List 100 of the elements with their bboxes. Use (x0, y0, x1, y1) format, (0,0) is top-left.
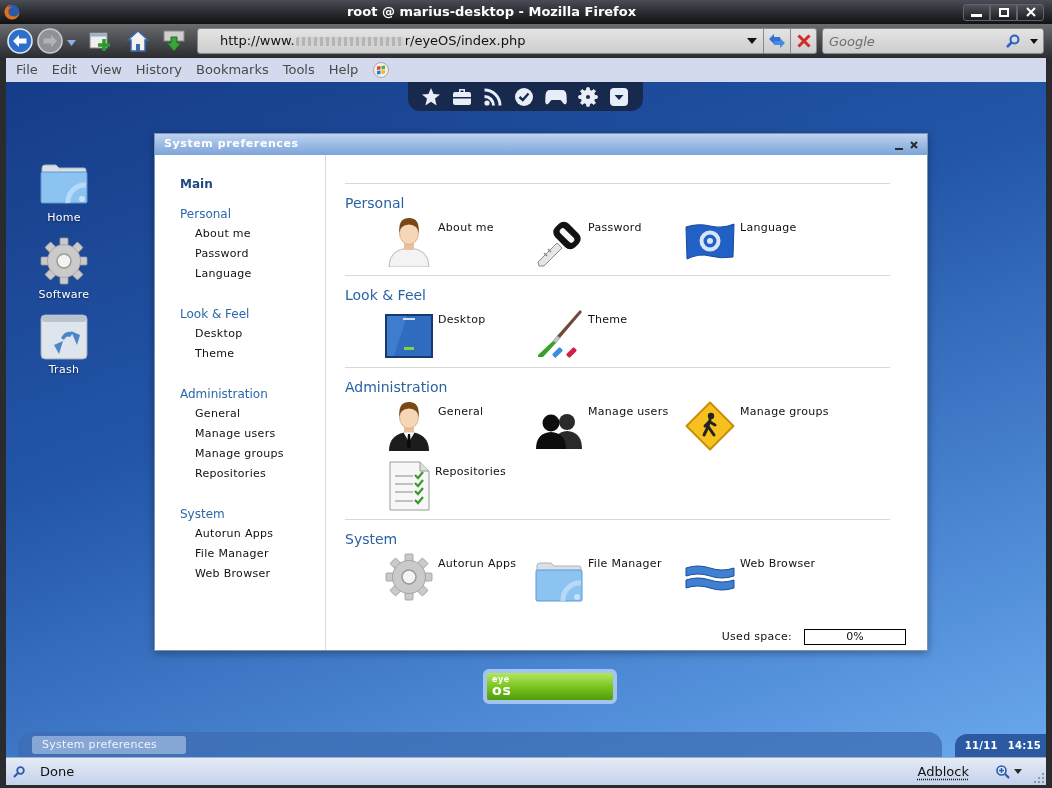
menu-item[interactable]: History (134, 60, 184, 80)
home-icon[interactable] (127, 30, 149, 52)
section-heading: System (345, 530, 398, 549)
nav-link[interactable]: Autorun Apps (195, 524, 274, 544)
section-heading: Personal (345, 194, 405, 213)
gamepad-icon[interactable] (545, 88, 567, 105)
search-icon[interactable] (1006, 34, 1020, 48)
menu-item[interactable]: Tools (281, 60, 316, 80)
back-icon[interactable] (7, 28, 33, 54)
minimize-button[interactable] (963, 3, 990, 21)
preference-item[interactable]: Manage groups (685, 401, 829, 451)
nav-link[interactable]: Look & Feel (180, 304, 250, 324)
resize-grip-icon[interactable] (1034, 773, 1044, 783)
minimize-icon (895, 147, 903, 150)
close-icon (910, 140, 918, 149)
reload-button[interactable] (764, 28, 791, 54)
users-icon (535, 412, 583, 449)
briefcase-icon[interactable] (452, 87, 472, 106)
nav-link[interactable]: Administration (180, 384, 268, 404)
nav-link[interactable]: File Manager (195, 544, 269, 564)
close-button[interactable] (908, 138, 920, 151)
date-text: 11/11 (964, 739, 998, 753)
folder-icon (40, 164, 88, 204)
preference-item[interactable]: Web Browser (685, 553, 816, 603)
check-circle-icon[interactable] (514, 86, 534, 107)
nav-link[interactable]: Theme (195, 344, 235, 364)
close-button[interactable] (1017, 3, 1044, 21)
preference-item[interactable]: Repositories (385, 461, 507, 511)
nav-link[interactable]: Desktop (195, 324, 243, 344)
stop-icon (796, 34, 811, 48)
menu-item[interactable]: View (89, 60, 123, 80)
time-text: 14:15 (1007, 739, 1041, 753)
search-field[interactable]: Google (822, 28, 1044, 54)
maximize-button[interactable] (990, 3, 1017, 21)
nav-link[interactable]: Password (195, 244, 249, 264)
preference-item[interactable]: Password (535, 217, 642, 267)
search-icon[interactable] (13, 765, 25, 778)
arrow-box-icon (40, 314, 88, 360)
zoom-icon[interactable] (996, 764, 1010, 779)
nav-link[interactable]: Manage groups (195, 444, 284, 464)
caret-icon[interactable] (1014, 769, 1022, 774)
preference-item[interactable]: Autorun Apps (385, 553, 517, 603)
rss-icon[interactable] (483, 86, 503, 107)
waves-icon (685, 564, 735, 592)
preference-item[interactable]: Desktop (385, 309, 486, 359)
nav-link[interactable]: About me (195, 224, 251, 244)
desktop-shortcut[interactable]: Trash (34, 314, 94, 377)
forward-icon[interactable] (37, 28, 63, 54)
nav-link[interactable]: Main (180, 174, 213, 194)
address-field[interactable]: http://www. r/eyeOS/index.php (197, 28, 764, 54)
nav-link[interactable]: System (180, 504, 225, 524)
addon-link[interactable]: Adblock (917, 761, 969, 782)
minimize-icon (971, 13, 982, 17)
flag-icon (685, 223, 735, 260)
nav-link[interactable]: Manage users (195, 424, 276, 444)
person-icon (385, 217, 433, 267)
status-text: Done (40, 762, 75, 781)
paintbrush-icon (535, 309, 583, 359)
preference-item[interactable]: File Manager (535, 553, 662, 603)
window-plus-icon[interactable] (89, 30, 111, 52)
menu-item[interactable]: Bookmarks (195, 60, 270, 80)
star-icon[interactable] (421, 86, 441, 107)
menu-item[interactable]: Help (327, 60, 360, 80)
caret-icon[interactable] (1030, 38, 1038, 44)
tiles-logo-icon[interactable] (373, 62, 390, 78)
window-title: System preferences (164, 136, 300, 153)
gear-icon[interactable] (578, 86, 598, 107)
app-logo-icon (4, 4, 20, 20)
close-icon (1025, 7, 1036, 17)
window-title: root @ marius-desktop - Mozilla Firefox (345, 3, 638, 21)
section-heading: Administration (345, 378, 448, 397)
preference-item[interactable]: Language (685, 217, 797, 267)
preference-item[interactable]: Theme (535, 309, 628, 359)
desktop-shortcut[interactable]: Home (34, 160, 94, 225)
reload-icon (768, 33, 786, 49)
search-input[interactable]: Google (829, 31, 1000, 51)
checklist-icon (389, 461, 430, 511)
tray-arrow-icon[interactable] (163, 30, 185, 52)
nav-link[interactable]: Personal (180, 204, 231, 224)
preference-item[interactable]: General (385, 401, 484, 451)
gear-icon (40, 237, 88, 285)
nav-link[interactable]: Language (195, 264, 252, 284)
pedestrian-sign-icon (685, 401, 735, 451)
nav-link[interactable]: Web Browser (195, 564, 271, 584)
folder-icon (535, 562, 583, 602)
preference-item[interactable]: About me (385, 217, 494, 267)
caret-icon[interactable] (747, 38, 757, 44)
maximize-icon (998, 7, 1009, 17)
desktop-shortcut[interactable]: Software (34, 237, 94, 302)
preference-item[interactable]: Manage users (535, 401, 669, 451)
caret-box-icon[interactable] (609, 86, 629, 107)
stop-button[interactable] (791, 28, 817, 54)
used-space-label: Used space: (721, 628, 792, 645)
desktop-screen-icon (385, 314, 433, 358)
menu-item[interactable]: File (15, 60, 39, 80)
section-heading: Look & Feel (345, 286, 426, 305)
nav-link[interactable]: Repositories (195, 464, 267, 484)
menu-item[interactable]: Edit (50, 60, 78, 80)
nav-link[interactable]: General (195, 404, 241, 424)
used-space-reading: 0% (846, 629, 864, 644)
